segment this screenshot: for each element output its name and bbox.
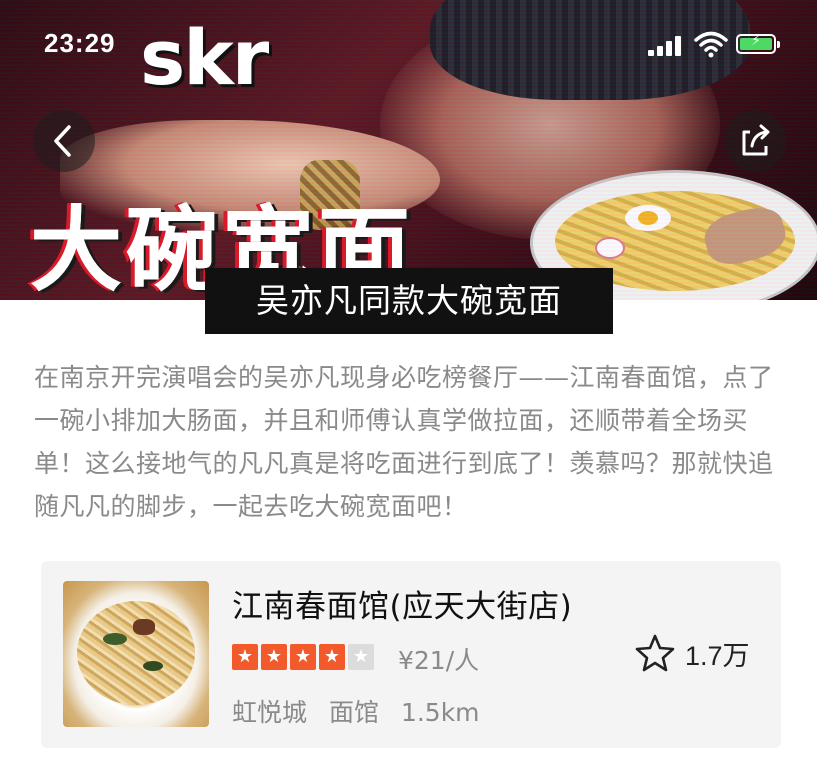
shop-name: 江南春面馆(应天大街店) [232, 589, 573, 625]
star-outline-icon [635, 634, 675, 672]
star-filled-icon: ★ [232, 644, 258, 670]
favorite-count: 1.7万 [685, 640, 750, 671]
shop-category: 面馆 [328, 698, 379, 727]
star-filled-icon: ★ [319, 644, 345, 670]
favorite-button[interactable]: 1.7万 [635, 631, 755, 675]
shop-distance: 1.5km [400, 698, 480, 727]
shop-card[interactable]: 江南春面馆(应天大街店) ★ ★ ★ ★ ★ ¥21/人 虹悦城 面馆 1.5km 1.… [41, 561, 781, 748]
back-button[interactable] [33, 110, 95, 172]
shop-area: 虹悦城 [232, 698, 308, 727]
chevron-left-icon [54, 125, 71, 157]
rating-stars: ★ ★ ★ ★ ★ [232, 644, 374, 672]
article-description: 在南京开完演唱会的吴亦凡现身必吃榜餐厅——江南春面馆，点了一碗小排加大肠面，并且… [34, 363, 774, 521]
star-filled-icon: ★ [290, 644, 316, 670]
share-button[interactable] [724, 110, 786, 172]
share-icon [742, 124, 770, 156]
status-bar: 23:29 ⚡ [0, 0, 817, 86]
cellular-signal-icon [648, 36, 684, 56]
image-caption: 吴亦凡同款大碗宽面 [205, 268, 613, 334]
shop-price: ¥21/人 [398, 646, 480, 675]
battery-icon: ⚡ [736, 33, 780, 54]
star-empty-icon: ★ [348, 644, 374, 670]
star-filled-icon: ★ [261, 644, 287, 670]
status-time: 23:29 [44, 28, 116, 58]
wifi-icon [694, 30, 728, 58]
shop-thumbnail [63, 581, 209, 727]
shop-meta: 虹悦城 面馆 1.5km [232, 693, 494, 729]
